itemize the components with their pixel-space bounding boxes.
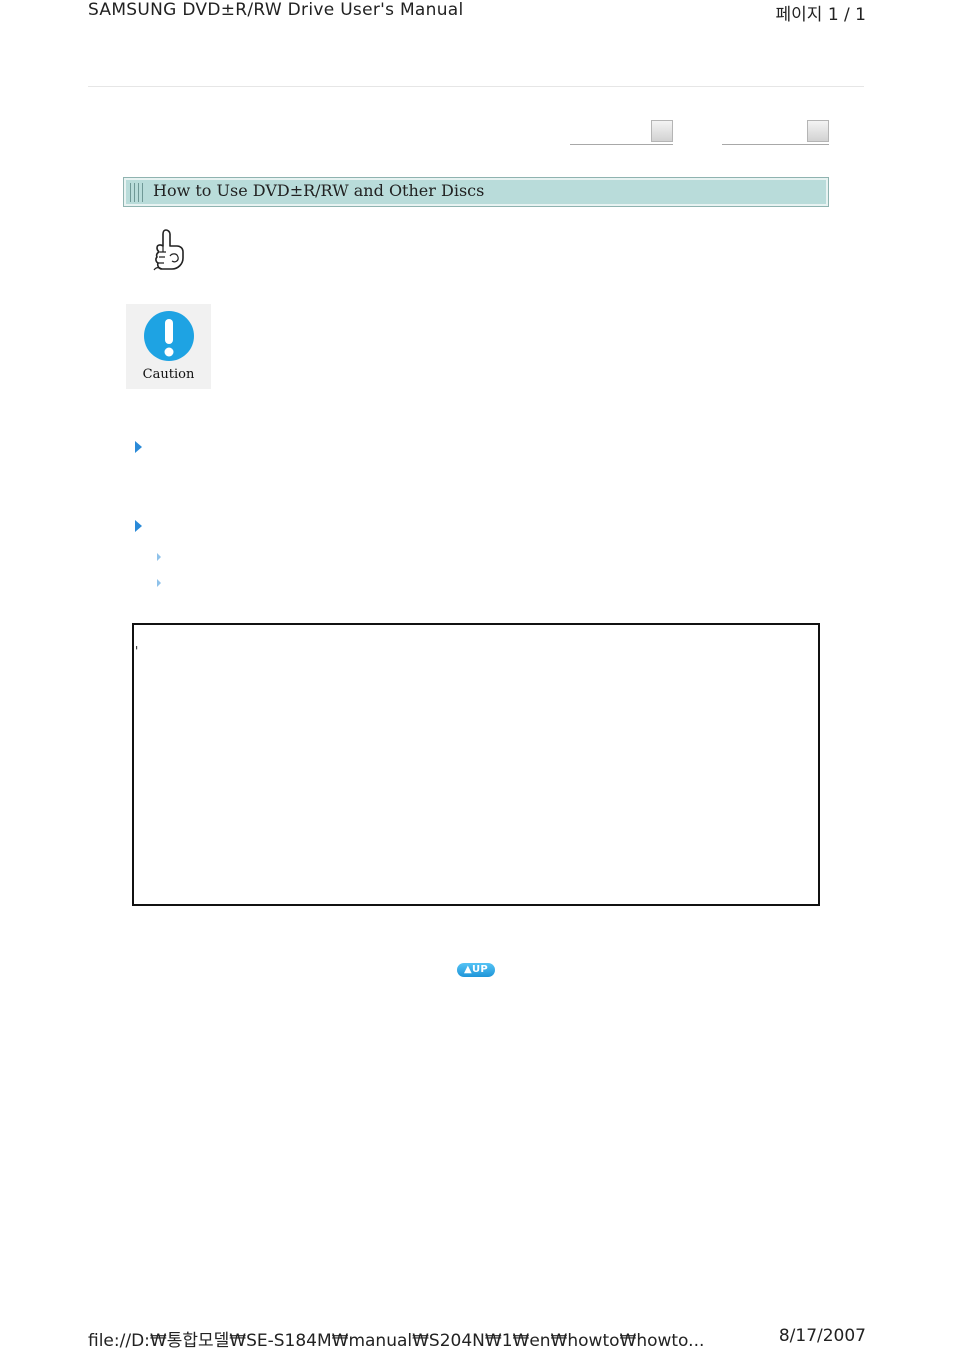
- caution-icon: Caution: [126, 304, 211, 389]
- banner-stripes-decoration: [130, 183, 144, 202]
- print-header-page-info: 페이지 1 / 1: [775, 5, 867, 25]
- section-title: How to Use DVD±R/RW and Other Discs: [153, 181, 485, 200]
- header-divider: [88, 86, 864, 87]
- prev-page-button[interactable]: [570, 120, 673, 145]
- content-marker: ': [135, 644, 139, 658]
- pointing-hand-icon: [150, 226, 188, 274]
- sub-bullet-arrow-icon: [157, 579, 161, 587]
- print-header-title: SAMSUNG DVD±R/RW Drive User's Manual: [88, 0, 464, 20]
- print-footer-path: file://D:₩통합모델₩SE-S184M₩manual₩S204N₩1₩e…: [88, 1331, 705, 1351]
- exclamation-icon: [144, 311, 194, 361]
- content-box: ': [132, 623, 820, 906]
- back-to-top-button[interactable]: ▲UP: [457, 963, 495, 977]
- print-footer-date: 8/17/2007: [778, 1326, 866, 1346]
- sub-bullet-arrow-icon: [157, 553, 161, 561]
- section-title-banner: How to Use DVD±R/RW and Other Discs: [123, 177, 829, 207]
- bullet-arrow-icon: [135, 520, 142, 532]
- caution-label: Caution: [142, 367, 195, 382]
- prev-nav-icon: [651, 120, 673, 142]
- next-page-button[interactable]: [722, 120, 829, 145]
- next-nav-icon: [807, 120, 829, 142]
- bullet-arrow-icon: [135, 441, 142, 453]
